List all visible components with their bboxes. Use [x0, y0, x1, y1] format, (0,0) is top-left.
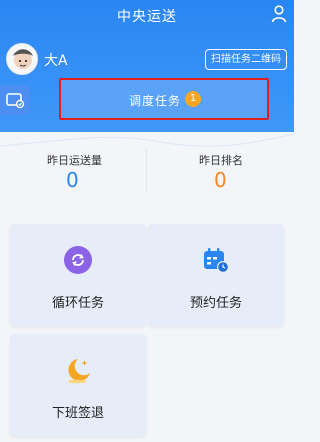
avatar-icon — [7, 44, 37, 74]
moon-icon — [68, 359, 90, 384]
ticket-icon — [6, 93, 25, 109]
clock-out-card[interactable]: 下班签退 — [10, 334, 146, 436]
user-profile-icon[interactable] — [271, 5, 287, 23]
calendar-icon — [204, 248, 229, 273]
stats-panel: 昨日运送量 0 昨日排名 0 — [0, 146, 294, 198]
yesterday-rank-label: 昨日排名 — [199, 154, 243, 167]
stats-divider — [146, 148, 147, 192]
scan-qr-button[interactable]: 扫描任务二维码 — [205, 49, 287, 70]
yesterday-rank-value: 0 — [214, 168, 227, 192]
loop-task-card[interactable]: 循环任务 — [10, 224, 146, 326]
dispatch-task-button[interactable]: 调度任务 1 — [59, 78, 269, 120]
task-count-badge: 1 — [185, 91, 201, 107]
user-name: 大A — [44, 53, 68, 69]
scheduled-task-card[interactable]: 预约任务 — [148, 224, 284, 326]
scheduled-task-label: 预约任务 — [189, 296, 242, 311]
cycle-icon — [64, 246, 92, 274]
yesterday-delivery-value: 0 — [66, 168, 79, 192]
page-title: 中央运送 — [117, 9, 177, 25]
avatar[interactable] — [6, 43, 38, 75]
clock-out-label: 下班签退 — [51, 406, 104, 421]
side-shortcut-button[interactable] — [0, 85, 30, 115]
header-area: 中央运送 大A 扫描任务二维码 调度任务 1 — [0, 0, 294, 132]
dispatch-task-label: 调度任务 — [129, 94, 182, 108]
yesterday-delivery-label: 昨日运送量 — [47, 154, 102, 167]
loop-task-label: 循环任务 — [51, 296, 104, 311]
